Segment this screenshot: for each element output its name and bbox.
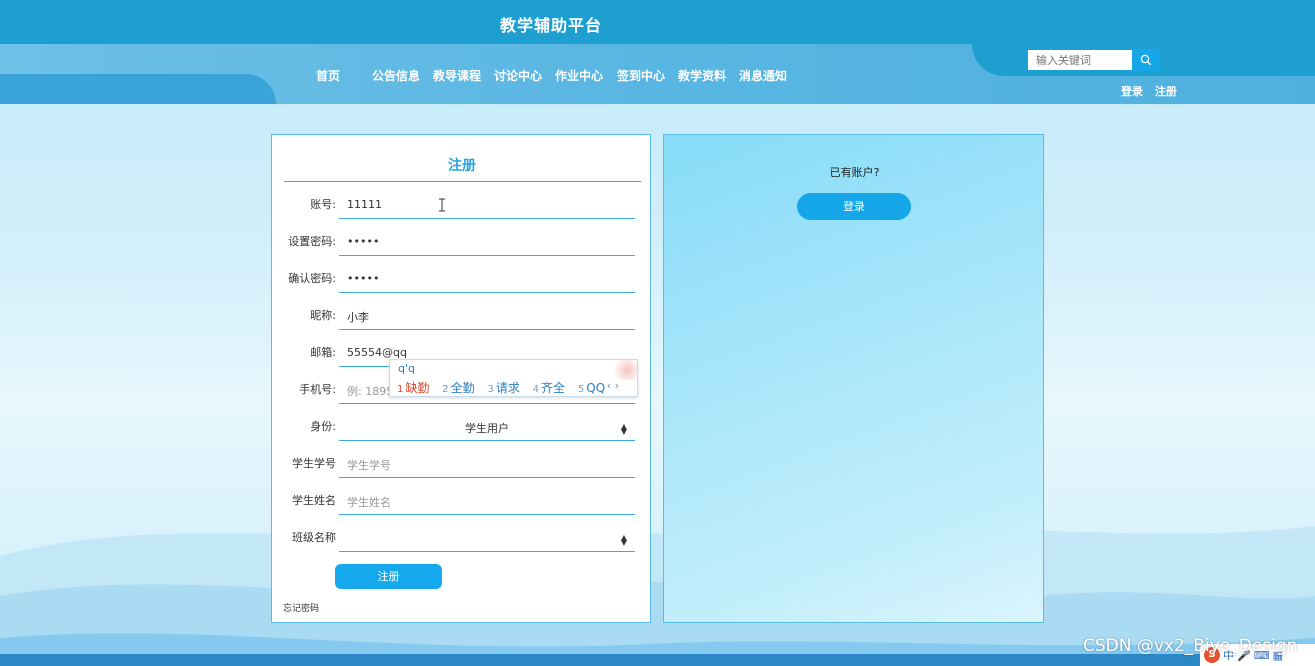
ime-pinyin: q'q <box>398 362 415 375</box>
login-button[interactable]: 登录 <box>797 193 911 220</box>
ime-candidate-popup: q'q 1 缺勤 2 全勤 3 请求 4 齐全 5 QQ ‹ › <box>389 359 638 397</box>
nav-item-homework[interactable]: 作业中心 <box>555 67 603 84</box>
forgot-password-link[interactable]: 忘记密码 <box>283 601 319 614</box>
student-name-input[interactable]: 学生姓名 <box>339 488 635 515</box>
select-caret-icon: ▲ ▼ <box>620 422 627 436</box>
student-name-label: 学生姓名 <box>292 494 336 507</box>
nav-item-discussion[interactable]: 讨论中心 <box>494 67 542 84</box>
form-row-nickname: 昵称: 小李 <box>272 303 652 333</box>
background-landscape <box>0 521 1315 666</box>
class-name-label: 班级名称 <box>292 531 336 544</box>
confirm-password-label: 确认密码: <box>288 272 336 285</box>
title-divider <box>284 181 641 182</box>
top-header-bar: 教学辅助平台 <box>0 0 1315 44</box>
form-row-identity: 身份: 学生用户 ▲ ▼ <box>272 414 652 444</box>
password-input[interactable]: ••••• <box>339 229 635 256</box>
site-title: 教学辅助平台 <box>500 16 603 35</box>
form-row-student-id: 学生学号 学生学号 <box>272 451 652 481</box>
ime-candidate[interactable]: 4 齐全 <box>533 381 565 395</box>
ime-skin-decoration <box>613 360 637 380</box>
search-icon <box>1140 54 1152 66</box>
ime-candidate[interactable]: 3 请求 <box>487 381 519 395</box>
nav-item-checkin[interactable]: 签到中心 <box>617 67 665 84</box>
nav-decoration-left <box>0 74 276 104</box>
class-name-select[interactable]: ▲ ▼ <box>339 525 635 552</box>
ime-candidate[interactable]: 2 全勤 <box>442 381 474 395</box>
form-row-password: 设置密码: ••••• <box>272 229 652 259</box>
identity-select[interactable]: 学生用户 ▲ ▼ <box>339 414 635 441</box>
ime-candidates: 1 缺勤 2 全勤 3 请求 4 齐全 5 QQ <box>397 379 614 396</box>
watermark: CSDN @vx2_Biye_Design <box>1083 636 1298 656</box>
ime-candidate[interactable]: 5 QQ <box>578 381 605 395</box>
account-label: 账号: <box>310 198 336 211</box>
email-label: 邮箱: <box>310 346 336 359</box>
account-input[interactable]: 11111 <box>339 192 635 219</box>
nav-item-messages[interactable]: 消息通知 <box>739 67 787 84</box>
nav-item-materials[interactable]: 教学资料 <box>678 67 726 84</box>
nickname-label: 昵称: <box>310 309 336 322</box>
text-cursor-icon <box>439 198 445 212</box>
has-account-text: 已有账户? <box>829 166 880 179</box>
register-button[interactable]: 注册 <box>335 564 442 589</box>
register-title: 注册 <box>448 158 476 174</box>
select-caret-icon: ▲ ▼ <box>620 533 627 547</box>
login-link[interactable]: 登录 <box>1121 85 1143 98</box>
form-row-student-name: 学生姓名 学生姓名 <box>272 488 652 518</box>
nickname-input[interactable]: 小李 <box>339 303 635 330</box>
search-button[interactable] <box>1132 49 1160 71</box>
student-id-input[interactable]: 学生学号 <box>339 451 635 478</box>
nav-item-courses[interactable]: 教导课程 <box>433 67 481 84</box>
form-row-account: 账号: 11111 <box>272 192 652 222</box>
identity-label: 身份: <box>310 420 336 433</box>
confirm-password-input[interactable]: ••••• <box>339 266 635 293</box>
ime-candidate[interactable]: 1 缺勤 <box>397 381 429 395</box>
nav-item-home[interactable]: 首页 <box>316 67 340 84</box>
form-row-class-name: 班级名称 ▲ ▼ <box>272 525 652 555</box>
login-panel: 已有账户? 登录 <box>663 134 1044 623</box>
auth-links: 登录 注册 <box>1121 83 1185 99</box>
identity-value: 学生用户 <box>465 422 509 435</box>
register-link[interactable]: 注册 <box>1155 85 1177 98</box>
phone-label: 手机号: <box>299 383 336 396</box>
password-label: 设置密码: <box>288 235 336 248</box>
nav-item-announcements[interactable]: 公告信息 <box>372 67 420 84</box>
ime-page-arrows-icon[interactable]: ‹ › <box>607 379 619 392</box>
form-row-confirm-password: 确认密码: ••••• <box>272 266 652 296</box>
student-id-label: 学生学号 <box>292 457 336 470</box>
search-input[interactable] <box>1028 50 1132 70</box>
